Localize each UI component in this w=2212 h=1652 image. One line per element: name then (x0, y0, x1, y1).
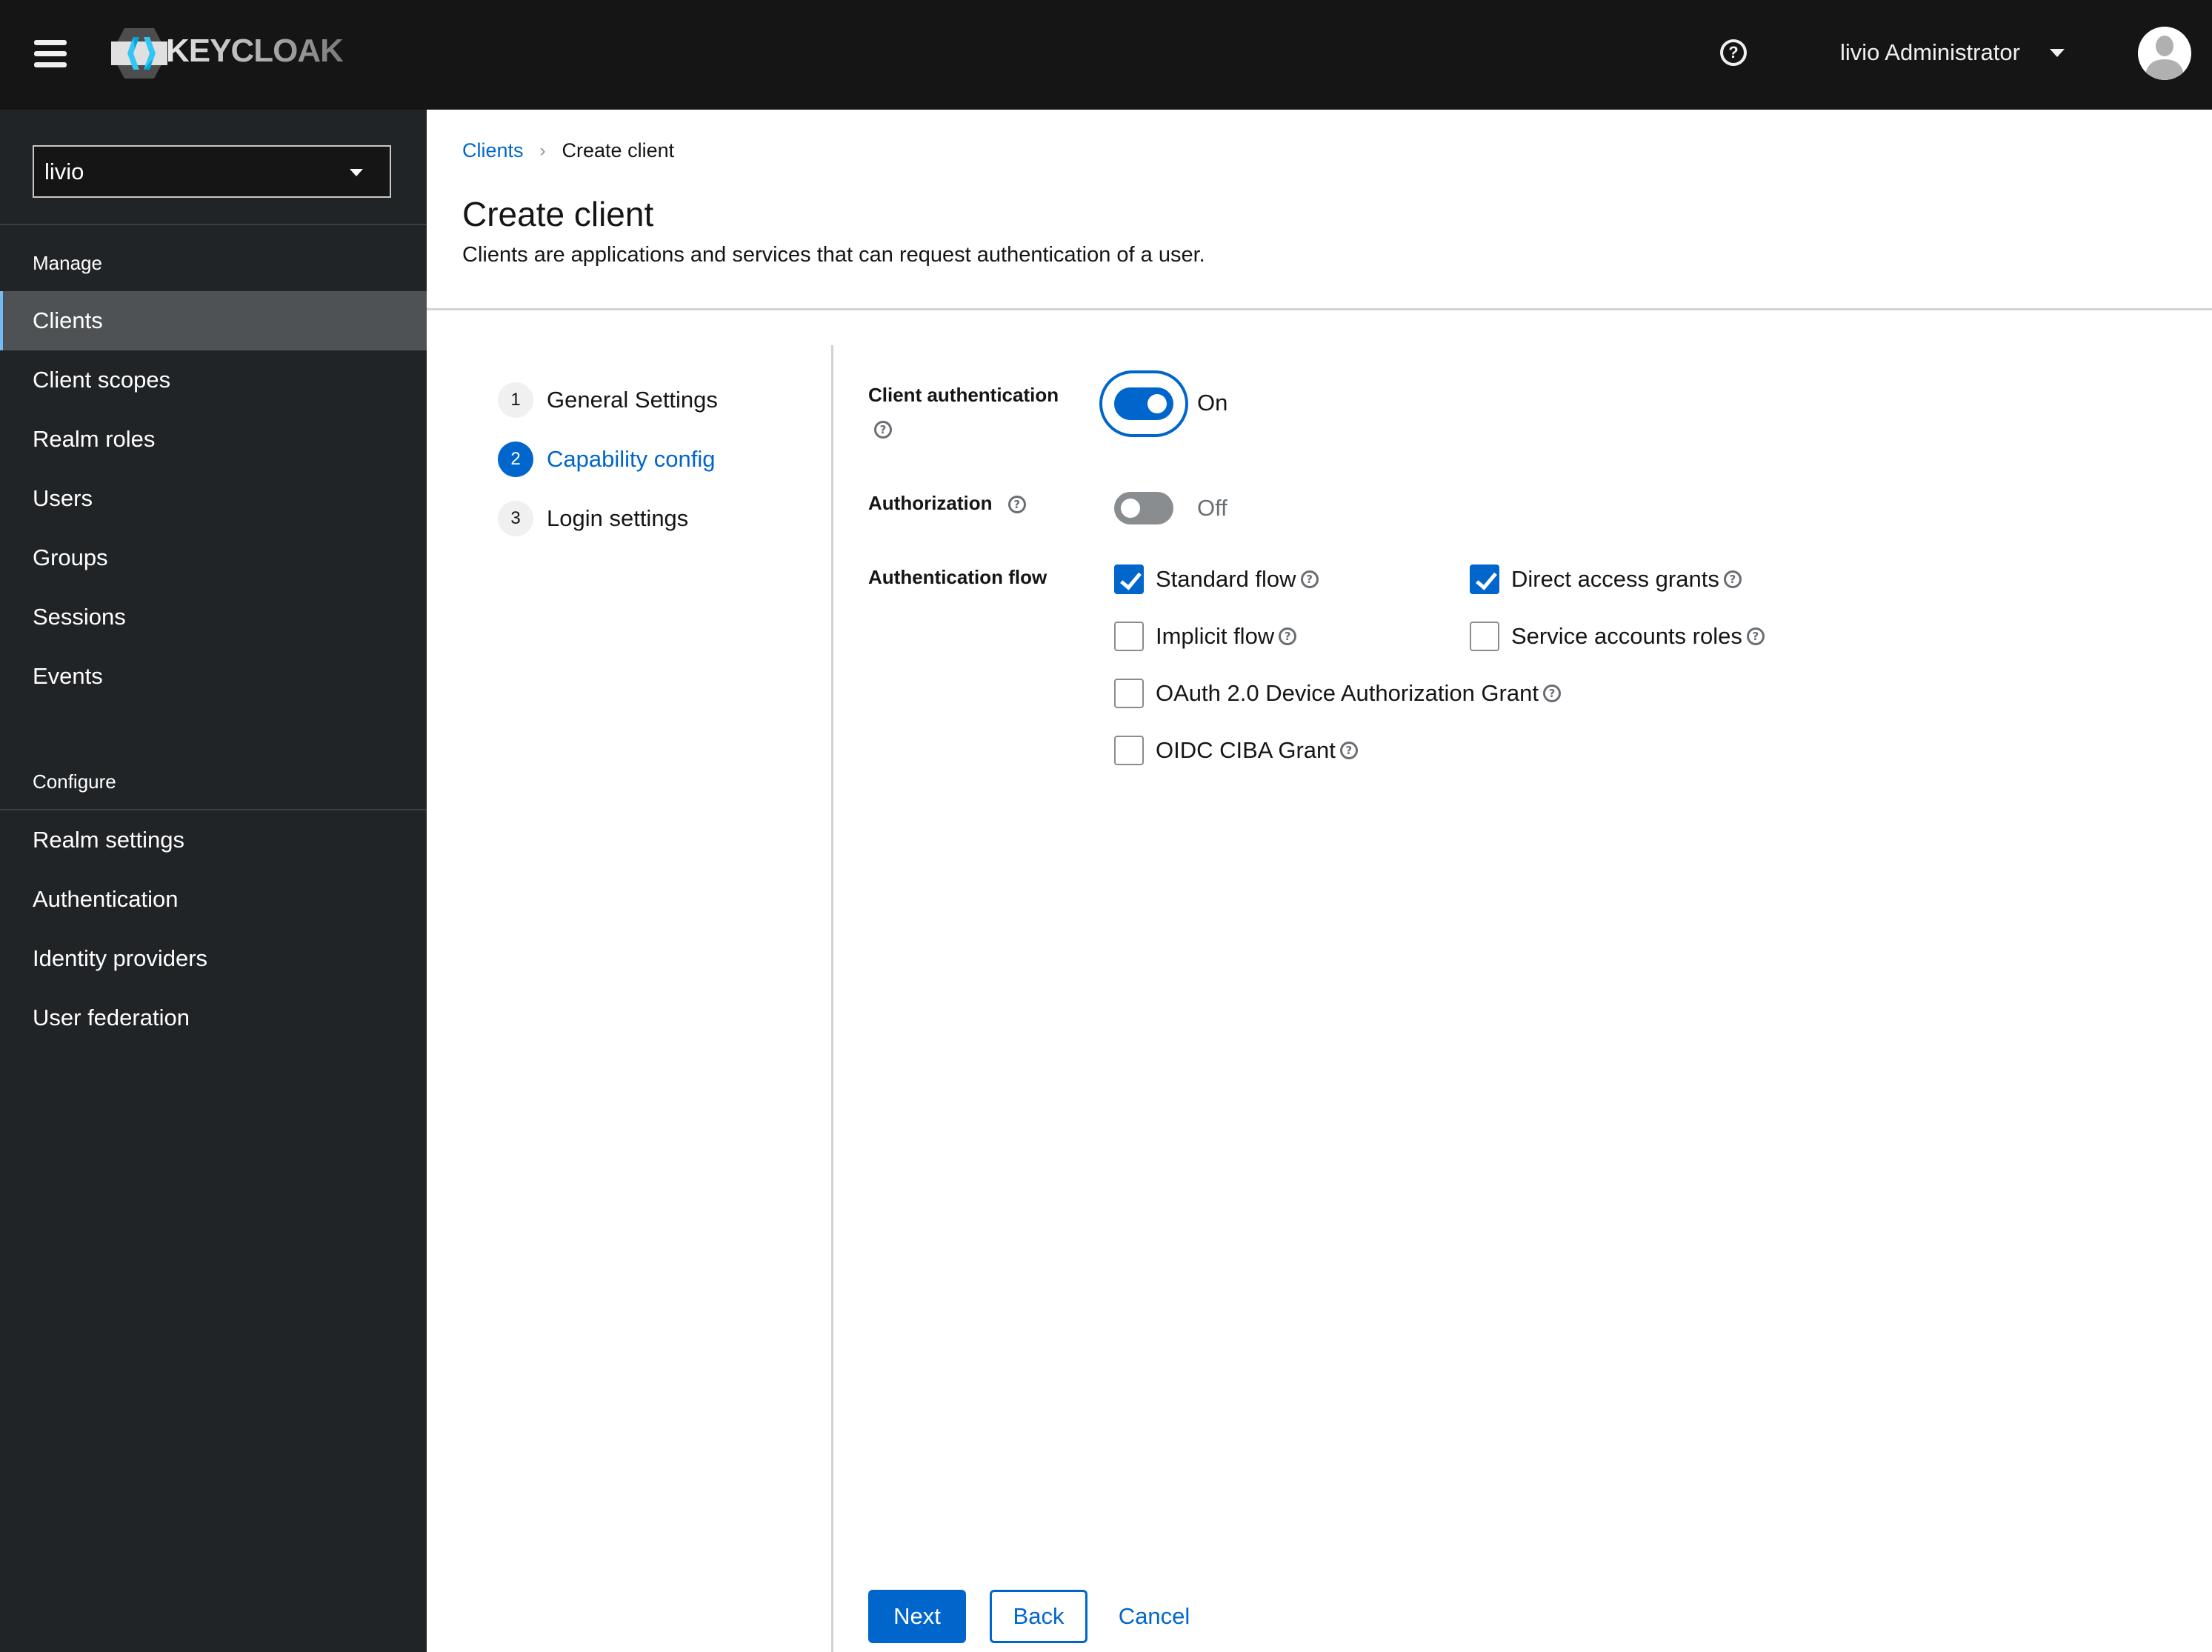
keycloak-logo[interactable]: KEYCLOAK (110, 27, 347, 79)
checkbox-label: Direct access grants (1511, 566, 1719, 592)
help-icon[interactable]: ? (874, 421, 892, 439)
step-number: 3 (498, 501, 533, 536)
wizard-step-general-settings[interactable]: 1 General Settings (498, 382, 718, 419)
help-icon[interactable]: ? (1542, 685, 1561, 702)
client-authentication-label: Client authentication (868, 384, 1059, 406)
user-name: livio Administrator (1840, 39, 2020, 65)
standard-flow-checkbox[interactable]: Standard flow ? (1114, 564, 1319, 594)
page-description: Clients are applications and services th… (462, 243, 1205, 267)
sidebar-item-realm-roles[interactable]: Realm roles (0, 410, 427, 469)
caret-down-icon (2049, 48, 2065, 57)
user-avatar-icon[interactable] (2138, 27, 2191, 80)
main-content: Clients › Create client Create client Cl… (427, 110, 2212, 1652)
cancel-button[interactable]: Cancel (1105, 1590, 1203, 1643)
checkbox-label: Implicit flow (1156, 623, 1275, 649)
header-divider (427, 308, 2212, 310)
sidebar-section-configure: Configure (33, 770, 116, 793)
wizard-divider (831, 345, 833, 1652)
checkbox-unchecked-icon (1114, 679, 1144, 708)
implicit-flow-checkbox[interactable]: Implicit flow ? (1114, 622, 1297, 651)
keycloak-logo-icon (111, 28, 167, 79)
checkbox-label: Standard flow (1156, 566, 1296, 592)
checkbox-checked-icon (1470, 564, 1499, 594)
authentication-flow-label: Authentication flow (868, 566, 1047, 588)
sidebar-item-groups[interactable]: Groups (0, 528, 427, 587)
wizard-step-login-settings[interactable]: 3 Login settings (498, 500, 688, 537)
authorization-label: Authorization ? (868, 492, 1026, 515)
authorization-state: Off (1197, 495, 1227, 521)
next-button[interactable]: Next (868, 1590, 966, 1643)
sidebar: livio Manage Clients Client scopes Realm… (0, 110, 427, 1652)
back-button[interactable]: Back (990, 1590, 1087, 1643)
client-authentication-switch[interactable] (1114, 387, 1173, 420)
hamburger-icon[interactable] (34, 39, 67, 67)
user-dropdown[interactable]: livio Administrator (1840, 33, 2065, 73)
breadcrumb-clients-link[interactable]: Clients (462, 139, 524, 162)
step-label: Login settings (547, 505, 689, 531)
sidebar-item-authentication[interactable]: Authentication (0, 870, 427, 929)
checkbox-label: Service accounts roles (1511, 623, 1742, 649)
sidebar-item-client-scopes[interactable]: Client scopes (0, 350, 427, 410)
sidebar-item-realm-settings[interactable]: Realm settings (0, 810, 427, 870)
oidc-ciba-grant-checkbox[interactable]: OIDC CIBA Grant ? (1114, 736, 1358, 765)
checkbox-label: OIDC CIBA Grant (1156, 737, 1336, 763)
checkbox-unchecked-icon (1470, 622, 1499, 651)
client-authentication-state: On (1197, 390, 1228, 416)
realm-name: livio (44, 158, 84, 184)
direct-access-grants-checkbox[interactable]: Direct access grants ? (1470, 564, 1742, 594)
sidebar-divider (0, 224, 427, 225)
brand-name: KEYCLOAK (166, 33, 344, 69)
checkbox-unchecked-icon (1114, 622, 1144, 651)
breadcrumb: Clients › Create client (462, 139, 674, 162)
realm-selector[interactable]: livio (33, 145, 391, 198)
checkbox-checked-icon (1114, 564, 1144, 594)
checkbox-label: OAuth 2.0 Device Authorization Grant (1156, 680, 1539, 706)
authorization-switch[interactable] (1114, 492, 1173, 524)
service-accounts-roles-checkbox[interactable]: Service accounts roles ? (1470, 622, 1765, 651)
step-number: 1 (498, 382, 533, 418)
page-title: Create client (462, 195, 654, 233)
masthead: KEYCLOAK ? livio Administrator (0, 0, 2212, 110)
help-icon[interactable]: ? (1300, 570, 1319, 588)
authorization-label-text: Authorization (868, 492, 993, 514)
breadcrumb-current: Create client (562, 139, 675, 161)
sidebar-section-manage: Manage (33, 252, 102, 274)
sidebar-item-events[interactable]: Events (0, 647, 427, 706)
step-number: 2 (498, 442, 533, 477)
sidebar-item-users[interactable]: Users (0, 469, 427, 528)
help-icon[interactable]: ? (1007, 496, 1026, 514)
help-icon[interactable]: ? (1279, 627, 1297, 645)
oauth-device-authorization-grant-checkbox[interactable]: OAuth 2.0 Device Authorization Grant ? (1114, 679, 1561, 708)
wizard-step-capability-config[interactable]: 2 Capability config (498, 441, 715, 478)
sidebar-item-identity-providers[interactable]: Identity providers (0, 929, 427, 988)
sidebar-item-user-federation[interactable]: User federation (0, 988, 427, 1048)
sidebar-item-sessions[interactable]: Sessions (0, 587, 427, 647)
caret-down-icon (350, 169, 363, 176)
step-label: Capability config (547, 446, 716, 472)
checkbox-unchecked-icon (1114, 736, 1144, 765)
step-label: General Settings (547, 387, 718, 413)
sidebar-item-clients[interactable]: Clients (0, 291, 427, 350)
help-icon[interactable]: ? (1746, 627, 1765, 645)
chevron-right-icon: › (539, 140, 546, 161)
avatar-silhouette-icon (2138, 27, 2191, 80)
help-icon[interactable]: ? (1339, 742, 1358, 759)
question-circle-icon[interactable]: ? (1720, 39, 1747, 66)
help-icon[interactable]: ? (1723, 570, 1742, 588)
